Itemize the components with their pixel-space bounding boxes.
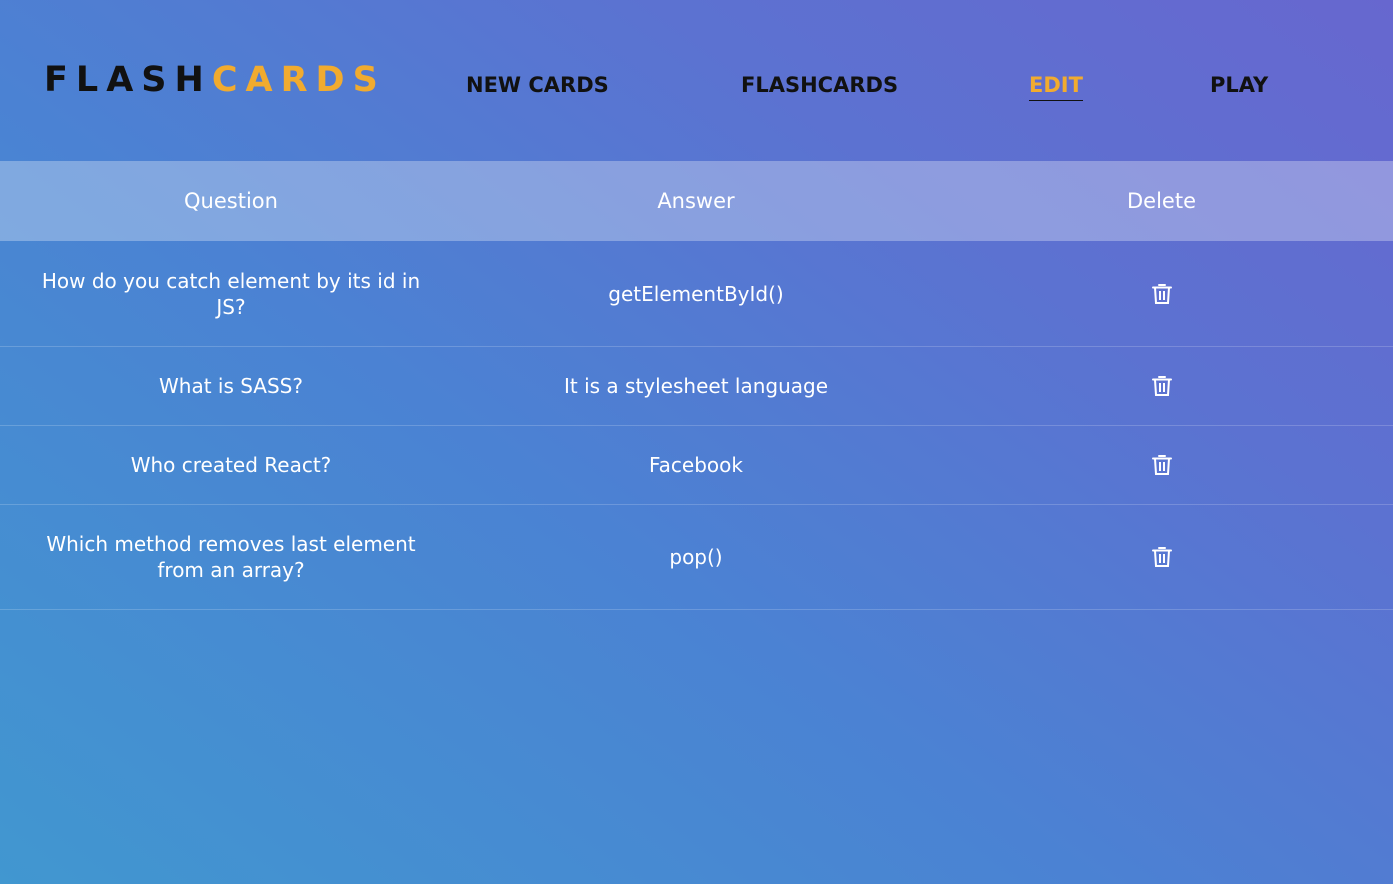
trash-icon[interactable] (1151, 545, 1173, 569)
trash-icon[interactable] (1151, 453, 1173, 477)
nav-new-cards[interactable]: NEW CARDS (466, 70, 609, 100)
answer-cell: pop() (669, 545, 723, 569)
answer-cell: getElementById() (608, 281, 784, 306)
nav-play[interactable]: PLAY (1210, 70, 1268, 100)
table-row: Who created React? Facebook (0, 426, 1393, 505)
answer-cell: It is a stylesheet language (563, 374, 829, 398)
question-cell: Which method removes last element from a… (46, 532, 416, 582)
nav-flashcards[interactable]: FLASHCARDS (741, 70, 898, 100)
delete-cell (930, 505, 1393, 609)
trash-icon[interactable] (1151, 374, 1173, 398)
logo-part-flash: FLASH (44, 60, 212, 100)
nav-edit[interactable]: EDIT (1029, 70, 1083, 101)
table-header: Question Answer Delete (0, 161, 1393, 241)
question-cell: What is SASS? (159, 374, 303, 398)
trash-icon[interactable] (1151, 282, 1173, 306)
column-header-answer: Answer (657, 189, 735, 213)
delete-cell (930, 241, 1393, 346)
question-cell: How do you catch element by its id in JS… (41, 268, 421, 319)
column-header-question: Question (184, 189, 278, 213)
question-cell: Who created React? (130, 453, 332, 477)
column-header-delete: Delete (1127, 189, 1196, 213)
flashcards-table: Question Answer Delete How do you catch … (0, 161, 1393, 610)
table-row: What is SASS? It is a stylesheet languag… (0, 347, 1393, 426)
logo-part-cards: CARDS (211, 60, 386, 100)
answer-cell: Facebook (649, 453, 743, 477)
table-row: Which method removes last element from a… (0, 505, 1393, 610)
table-row: How do you catch element by its id in JS… (0, 241, 1393, 347)
app-logo[interactable]: FLASHCARDS (44, 58, 386, 102)
delete-cell (930, 426, 1393, 504)
header: FLASHCARDS NEW CARDS FLASHCARDS EDIT PLA… (0, 0, 1393, 161)
delete-cell (930, 347, 1393, 425)
